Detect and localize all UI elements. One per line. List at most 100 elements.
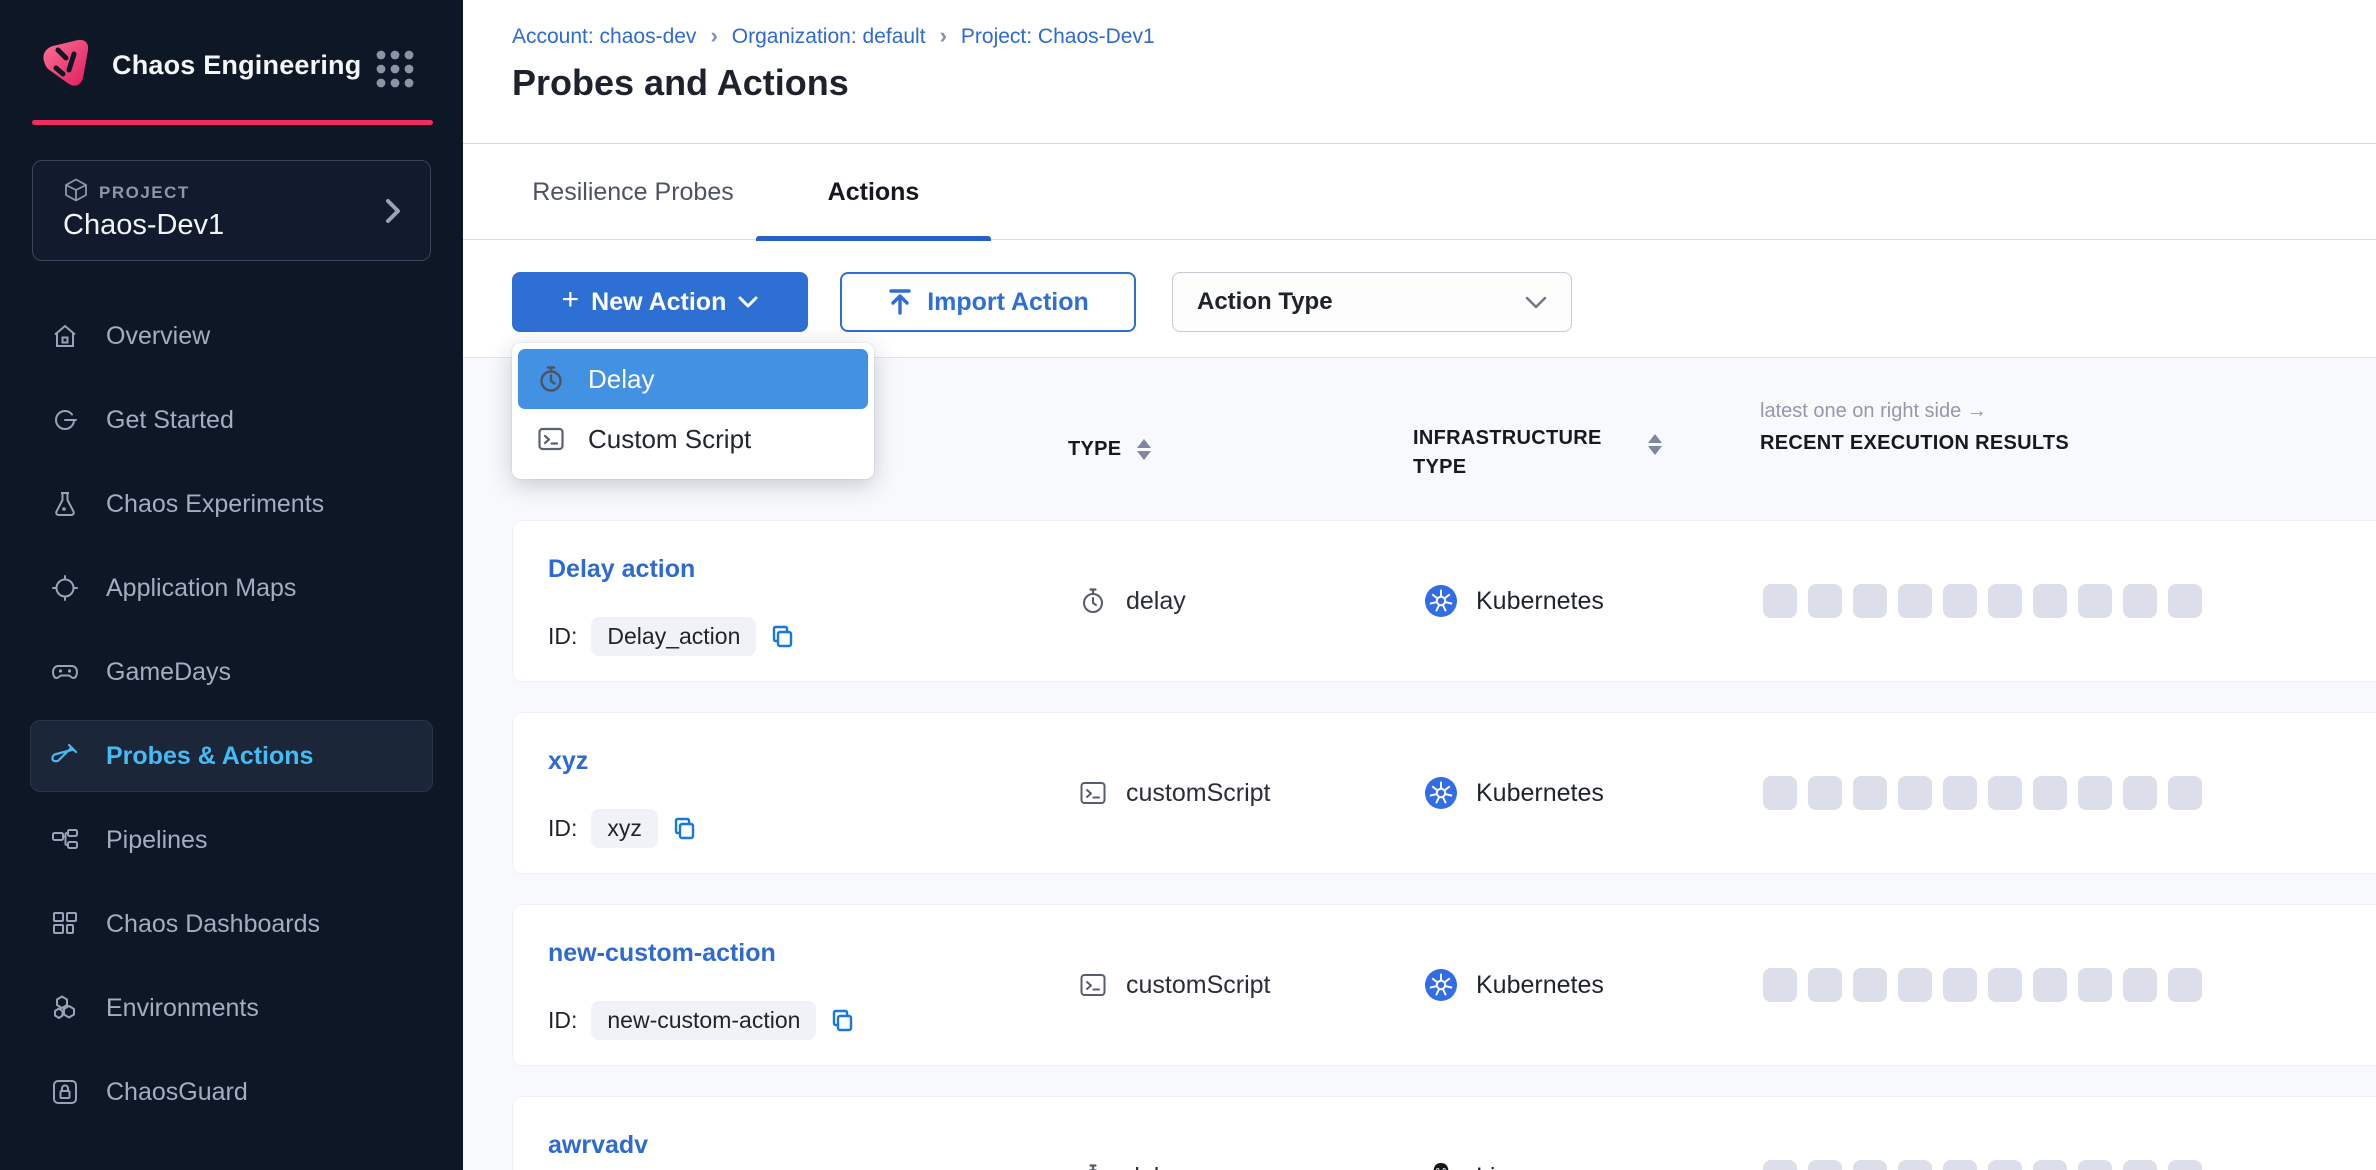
execution-result-placeholder	[1988, 1160, 2022, 1170]
actions-table: TYPE INFRASTRUCTURE TYPE latest one on r…	[463, 358, 2376, 1170]
execution-result-placeholder	[1808, 584, 1842, 618]
breadcrumb-account-link[interactable]: Account: chaos-dev	[512, 25, 696, 49]
sidebar-item-label: Chaos Experiments	[106, 490, 324, 519]
execution-result-placeholder	[1898, 776, 1932, 810]
upload-icon	[887, 288, 913, 316]
chaos-engineering-app: Chaos Engineering PROJECT Chaos-Dev1	[0, 0, 2376, 1170]
terminal-icon	[1078, 970, 1108, 1000]
new-action-button[interactable]: + New Action	[512, 272, 808, 332]
infrastructure-cell: Kubernetes	[1424, 968, 1604, 1002]
terminal-icon	[1078, 778, 1108, 808]
copy-icon[interactable]	[672, 816, 698, 842]
breadcrumb-separator: ›	[940, 23, 947, 49]
recent-execution-results	[1763, 776, 2202, 810]
sidebar-item-environments[interactable]: Environments	[30, 972, 433, 1044]
app-switcher-grid-icon[interactable]	[374, 48, 416, 90]
tab-resilience-probes[interactable]: Resilience Probes	[521, 144, 745, 240]
sidebar-item-overview[interactable]: Overview	[30, 300, 433, 372]
terminal-icon	[536, 424, 566, 454]
kubernetes-icon	[1424, 584, 1458, 618]
tab-bar: Resilience Probes Actions	[463, 144, 2376, 240]
breadcrumb-organization-link[interactable]: Organization: default	[732, 25, 926, 49]
table-row: new-custom-action ID: new-custom-action …	[512, 904, 2376, 1066]
execution-result-placeholder	[2123, 968, 2157, 1002]
sidebar-item-application-maps[interactable]: Application Maps	[30, 552, 433, 624]
execution-result-placeholder	[2168, 968, 2202, 1002]
app-title: Chaos Engineering	[112, 50, 361, 81]
sort-icon-infrastructure[interactable]	[1648, 434, 1662, 455]
execution-result-placeholder	[1988, 584, 2022, 618]
menu-item-label: Custom Script	[588, 424, 751, 455]
target-icon	[50, 573, 80, 603]
sidebar-item-label: Environments	[106, 994, 259, 1023]
action-type-select[interactable]: Action Type	[1172, 272, 1572, 332]
menu-item-label: Delay	[588, 364, 654, 395]
execution-result-placeholder	[1853, 1160, 1887, 1170]
sidebar-item-chaosguard[interactable]: ChaosGuard	[30, 1056, 433, 1128]
type-value: customScript	[1126, 971, 1270, 1000]
breadcrumb: Account: chaos-dev › Organization: defau…	[512, 24, 1155, 50]
results-hint-text: latest one on right side →	[1760, 400, 1987, 423]
action-name-link[interactable]: new-custom-action	[548, 939, 776, 968]
action-name-link[interactable]: Delay action	[548, 555, 695, 584]
sort-icon-type[interactable]	[1137, 439, 1151, 460]
chevron-down-icon	[1525, 296, 1547, 309]
copy-icon[interactable]	[770, 624, 796, 650]
execution-result-placeholder	[2168, 776, 2202, 810]
sidebar-item-chaos-experiments[interactable]: Chaos Experiments	[30, 468, 433, 540]
copy-icon[interactable]	[830, 1008, 856, 1034]
sidebar-accent-divider	[32, 120, 433, 125]
infrastructure-value: Kubernetes	[1476, 971, 1604, 1000]
sidebar-item-chaos-dashboards[interactable]: Chaos Dashboards	[30, 888, 433, 960]
id-label: ID:	[548, 815, 577, 842]
harness-logo-icon	[36, 34, 94, 92]
breadcrumb-project-link[interactable]: Project: Chaos-Dev1	[961, 25, 1155, 49]
infrastructure-cell: Kubernetes	[1424, 584, 1604, 618]
action-name-link[interactable]: xyz	[548, 747, 588, 776]
sidebar-item-get-started[interactable]: Get Started	[30, 384, 433, 456]
execution-result-placeholder	[2078, 1160, 2112, 1170]
flask-icon	[50, 489, 80, 519]
kubernetes-icon	[1424, 776, 1458, 810]
action-name-link[interactable]: awrvadv	[548, 1131, 648, 1160]
new-action-dropdown-menu: Delay Custom Script	[512, 343, 874, 479]
infrastructure-value: Kubernetes	[1476, 587, 1604, 616]
execution-result-placeholder	[1763, 968, 1797, 1002]
execution-result-placeholder	[1808, 968, 1842, 1002]
execution-result-placeholder	[1898, 968, 1932, 1002]
sidebar: Chaos Engineering PROJECT Chaos-Dev1	[0, 0, 463, 1170]
execution-result-placeholder	[2123, 1160, 2157, 1170]
sidebar-item-probes-actions[interactable]: Probes & Actions	[30, 720, 433, 792]
sidebar-item-label: Get Started	[106, 406, 234, 435]
chevron-down-icon	[738, 296, 758, 308]
menu-item-custom-script[interactable]: Custom Script	[518, 409, 868, 469]
execution-result-placeholder	[1853, 968, 1887, 1002]
sidebar-header: Chaos Engineering	[0, 0, 463, 122]
import-action-button[interactable]: Import Action	[840, 272, 1136, 332]
execution-result-placeholder	[2078, 968, 2112, 1002]
execution-result-placeholder	[2033, 776, 2067, 810]
execution-result-placeholder	[2168, 584, 2202, 618]
execution-result-placeholder	[2078, 776, 2112, 810]
action-id-line: ID: new-custom-action	[548, 1001, 856, 1040]
column-header-type: TYPE	[1068, 438, 1151, 461]
pipelines-icon	[50, 825, 80, 855]
execution-result-placeholder	[2078, 584, 2112, 618]
sidebar-item-gamedays[interactable]: GameDays	[30, 636, 433, 708]
execution-result-placeholder	[1898, 1160, 1932, 1170]
tab-actions[interactable]: Actions	[756, 144, 991, 240]
id-label: ID:	[548, 1007, 577, 1034]
sidebar-item-label: GameDays	[106, 658, 231, 687]
get-started-icon	[50, 405, 80, 435]
page-title: Probes and Actions	[512, 62, 849, 104]
action-id-value: new-custom-action	[591, 1001, 816, 1040]
project-selector[interactable]: PROJECT Chaos-Dev1	[32, 160, 431, 261]
menu-item-delay[interactable]: Delay	[518, 349, 868, 409]
gamepad-icon	[50, 657, 80, 687]
stopwatch-icon	[536, 364, 566, 394]
sidebar-item-pipelines[interactable]: Pipelines	[30, 804, 433, 876]
kubernetes-icon	[1424, 968, 1458, 1002]
action-type-select-value: Action Type	[1197, 288, 1333, 316]
column-header-recent-execution-results: RECENT EXECUTION RESULTS	[1760, 432, 2069, 455]
infrastructure-cell: Linux	[1424, 1160, 1536, 1170]
